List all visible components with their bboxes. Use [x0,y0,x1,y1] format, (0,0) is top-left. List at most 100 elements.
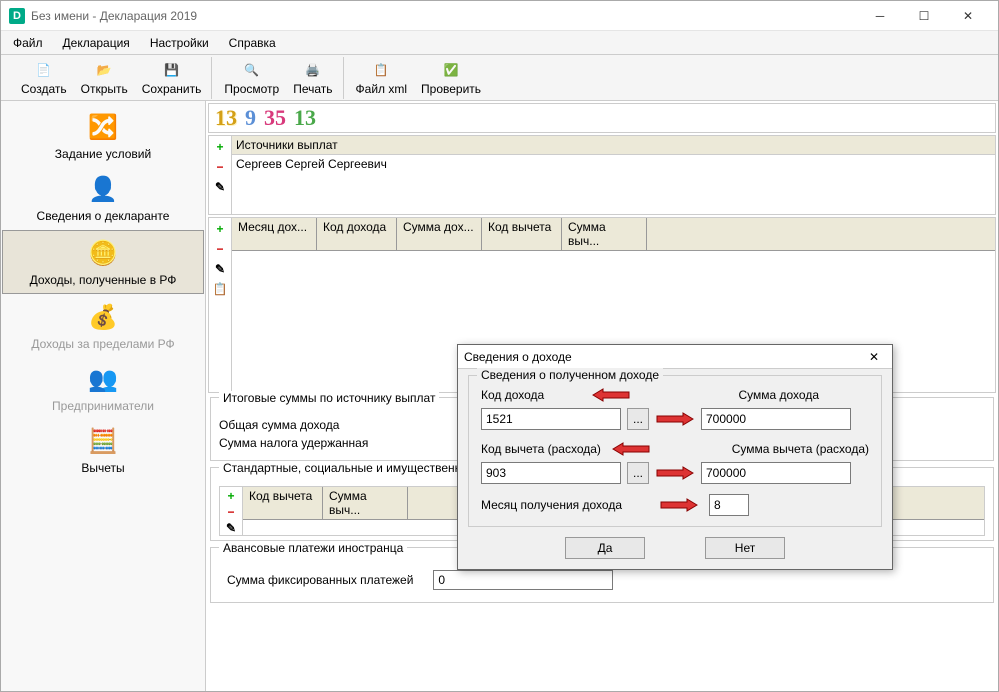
xml-button[interactable]: 📋Файл xml [350,58,414,98]
month-label: Месяц получения дохода [481,496,622,514]
dialog-close-button[interactable]: ✕ [862,347,886,367]
dialog-title: Сведения о доходе [464,350,862,364]
copy-income-button[interactable]: 📋 [211,280,229,298]
sidebar-item-entrepreneurs[interactable]: 👥Предприниматели [1,357,205,419]
deductions-tools: + − ✎ [220,487,243,535]
sources-header: Источники выплат [232,136,995,155]
preview-button[interactable]: 🔍Просмотр [218,58,285,98]
window-controls: ─ ☐ ✕ [858,2,990,30]
total-income-label: Общая сумма дохода [219,418,399,432]
sum-deduct-label: Сумма вычета (расхода) [732,440,869,458]
advance-legend: Авансовые платежи иностранца [219,541,407,555]
coins-icon: 🪙 [87,237,119,269]
menubar: Файл Декларация Настройки Справка [1,31,998,55]
remove-income-button[interactable]: − [211,240,229,258]
xml-file-icon: 📋 [371,60,391,80]
totals-legend: Итоговые суммы по источнику выплат [219,391,439,405]
open-button[interactable]: 📂Открыть [75,58,134,98]
source-row[interactable]: Сергеев Сергей Сергеевич [232,155,995,173]
income-tools: + − ✎ 📋 [209,218,232,392]
sum-deduct-input[interactable] [701,462,851,484]
sidebar-item-income-abroad[interactable]: 💰Доходы за пределами РФ [1,295,205,357]
sidebar-item-declarant[interactable]: 👤Сведения о декларанте [1,167,205,229]
no-button[interactable]: Нет [705,537,785,559]
check-button[interactable]: ✅Проверить [415,58,487,98]
create-button[interactable]: 📄Создать [15,58,73,98]
titlebar: D Без имени - Декларация 2019 ─ ☐ ✕ [1,1,998,31]
add-income-button[interactable]: + [211,220,229,238]
menu-settings[interactable]: Настройки [142,33,217,53]
dialog-fieldset-legend: Сведения о полученном доходе [477,368,663,382]
edit-income-button[interactable]: ✎ [211,260,229,278]
sidebar-item-deductions[interactable]: 🧮Вычеты [1,419,205,481]
tax-withheld-label: Сумма налога удержанная [219,436,399,450]
arrow-left-icon-2 [611,441,651,457]
remove-source-button[interactable]: − [211,158,229,176]
arrow-right-icon-3 [659,497,699,513]
arrow-left-icon [591,387,631,403]
month-input[interactable] [709,494,749,516]
print-button[interactable]: 🖨️Печать [287,58,338,98]
menu-help[interactable]: Справка [221,33,284,53]
moneybag-icon: 💰 [87,301,119,333]
code-income-label: Код дохода [481,386,581,404]
rate-tab-13a[interactable]: 13 [213,105,239,131]
toolbar: 📄Создать 📂Открыть 💾Сохранить 🔍Просмотр 🖨… [1,55,998,101]
advance-input[interactable] [433,570,613,590]
add-deduction-button[interactable]: + [222,489,240,503]
arrow-right-icon-2 [655,465,695,481]
save-button[interactable]: 💾Сохранить [136,58,208,98]
col-ded-code: Код вычета [482,218,562,250]
new-file-icon: 📄 [34,60,54,80]
rate-tab-13b[interactable]: 13 [292,105,318,131]
preview-icon: 🔍 [242,60,262,80]
arrow-right-icon [655,411,695,427]
income-table-header: Месяц дох... Код дохода Сумма дох... Код… [232,218,995,251]
check-icon: ✅ [441,60,461,80]
open-folder-icon: 📂 [94,60,114,80]
edit-source-button[interactable]: ✎ [211,178,229,196]
edit-deduction-button[interactable]: ✎ [222,521,240,535]
col-code: Код дохода [317,218,397,250]
sources-tools: + − ✎ [209,136,232,214]
sources-panel: + − ✎ Источники выплат Сергеев Сергей Се… [208,135,996,215]
app-icon: D [9,8,25,24]
ded-col-sum: Сумма выч... [323,487,408,519]
print-icon: 🖨️ [303,60,323,80]
advance-label: Сумма фиксированных платежей [227,573,413,587]
tax-rate-tabs: 13 9 35 13 [208,103,996,133]
yes-button[interactable]: Да [565,537,645,559]
col-sum: Сумма дох... [397,218,482,250]
business-icon: 👥 [87,363,119,395]
dialog-titlebar: Сведения о доходе ✕ [458,345,892,369]
sidebar-item-conditions[interactable]: 🔀Задание условий [1,105,205,167]
calculator-icon: 🧮 [87,425,119,457]
menu-declaration[interactable]: Декларация [55,33,138,53]
sidebar-item-income-rf[interactable]: 🪙Доходы, полученные в РФ [2,230,204,294]
code-deduct-input[interactable] [481,462,621,484]
col-ded-sum: Сумма выч... [562,218,647,250]
col-month: Месяц дох... [232,218,317,250]
ded-col-code: Код вычета [243,487,323,519]
sidebar: 🔀Задание условий 👤Сведения о декларанте … [1,101,206,691]
code-deduct-picker[interactable]: ... [627,462,649,484]
maximize-button[interactable]: ☐ [902,2,946,30]
add-source-button[interactable]: + [211,138,229,156]
code-income-picker[interactable]: ... [627,408,649,430]
close-button[interactable]: ✕ [946,2,990,30]
income-dialog: Сведения о доходе ✕ Сведения о полученно… [457,344,893,570]
rate-tab-9[interactable]: 9 [243,105,258,131]
sum-income-input[interactable] [701,408,851,430]
remove-deduction-button[interactable]: − [222,505,240,519]
minimize-button[interactable]: ─ [858,2,902,30]
menu-file[interactable]: Файл [5,33,51,53]
code-income-input[interactable] [481,408,621,430]
sum-income-label: Сумма дохода [738,386,819,404]
code-deduct-label: Код вычета (расхода) [481,440,601,458]
dialog-fieldset: Сведения о полученном доходе Код дохода … [468,375,882,527]
tree-icon: 🔀 [87,111,119,143]
rate-tab-35[interactable]: 35 [262,105,288,131]
sources-list: Источники выплат Сергеев Сергей Сергееви… [232,136,995,214]
window-title: Без имени - Декларация 2019 [31,9,858,23]
dialog-buttons: Да Нет [468,527,882,559]
